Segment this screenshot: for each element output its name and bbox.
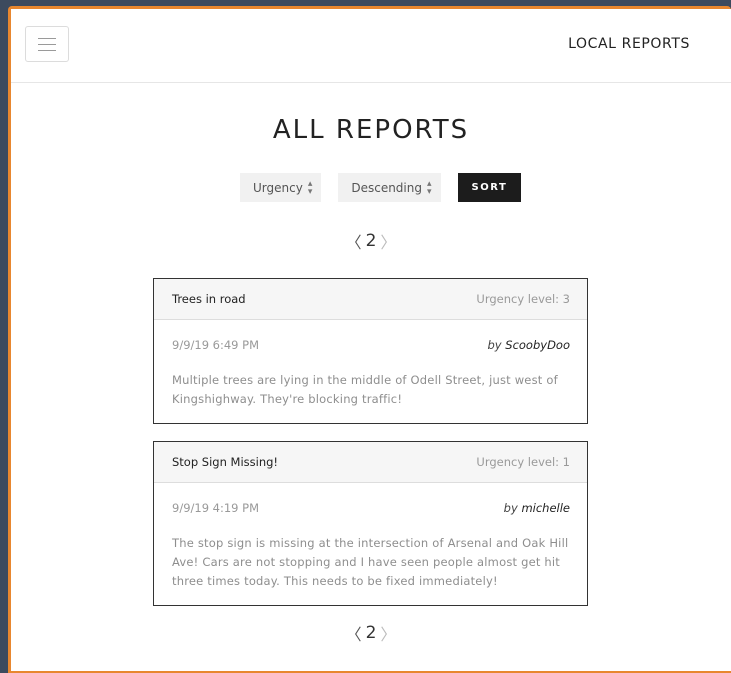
report-card[interactable]: Trees in road Urgency level: 3 9/9/19 6:… [153,278,588,424]
menu-bar [38,49,56,51]
current-page: 2 [365,623,377,643]
pagination-bottom: 〈 2 〉 [11,621,731,645]
sort-order-select[interactable]: Descending ▴ ▾ [338,173,441,202]
report-header: Trees in road Urgency level: 3 [154,279,587,320]
chevron-right-icon[interactable]: 〉 [380,229,396,253]
report-meta: 9/9/19 6:49 PM by ScoobyDoo [172,338,570,352]
urgency-level: Urgency level: 1 [476,455,570,469]
sort-button[interactable]: SORT [457,173,522,202]
hamburger-menu-icon[interactable] [25,26,69,62]
sort-field-value: Urgency [253,180,303,195]
report-body: 9/9/19 4:19 PM by michelle The stop sign… [154,483,587,591]
chevron-left-icon[interactable]: 〈 [346,229,362,253]
author-name: ScoobyDoo [505,338,570,352]
report-meta: 9/9/19 4:19 PM by michelle [172,501,570,515]
report-title: Stop Sign Missing! [172,455,279,469]
urgency-level: Urgency level: 3 [476,292,570,306]
menu-bar [38,43,56,45]
report-description: Multiple trees are lying in the middle o… [172,373,558,406]
report-timestamp: 9/9/19 6:49 PM [172,338,260,352]
pagination-top: 〈 2 〉 [11,229,731,253]
menu-bar [38,37,56,39]
select-arrows-icon: ▴ ▾ [426,178,432,197]
report-body: 9/9/19 6:49 PM by ScoobyDoo Multiple tre… [154,320,587,409]
report-card[interactable]: Stop Sign Missing! Urgency level: 1 9/9/… [153,441,588,606]
author-prefix: by [503,501,518,515]
author-name: michelle [521,501,570,515]
page: LOCAL REPORTS ALL REPORTS Urgency ▴ ▾ Des… [11,9,731,671]
report-title: Trees in road [172,292,246,306]
brand-link[interactable]: LOCAL REPORTS [568,36,690,52]
chevron-right-icon[interactable]: 〉 [380,621,396,645]
author-prefix: by [487,338,502,352]
report-header: Stop Sign Missing! Urgency level: 1 [154,442,587,483]
select-arrows-icon: ▴ ▾ [307,178,313,197]
report-description: The stop sign is missing at the intersec… [172,536,569,588]
report-author: by ScoobyDoo [488,338,571,352]
sort-field-select[interactable]: Urgency ▴ ▾ [240,173,322,202]
page-title: ALL REPORTS [272,115,470,145]
current-page: 2 [365,231,377,251]
report-timestamp: 9/9/19 4:19 PM [172,501,260,515]
sort-order-value: Descending [351,180,422,195]
navbar: LOCAL REPORTS [11,9,731,83]
report-author: by michelle [504,501,570,515]
sort-controls: Urgency ▴ ▾ Descending ▴ ▾ SORT [240,173,522,202]
chevron-left-icon[interactable]: 〈 [346,621,362,645]
